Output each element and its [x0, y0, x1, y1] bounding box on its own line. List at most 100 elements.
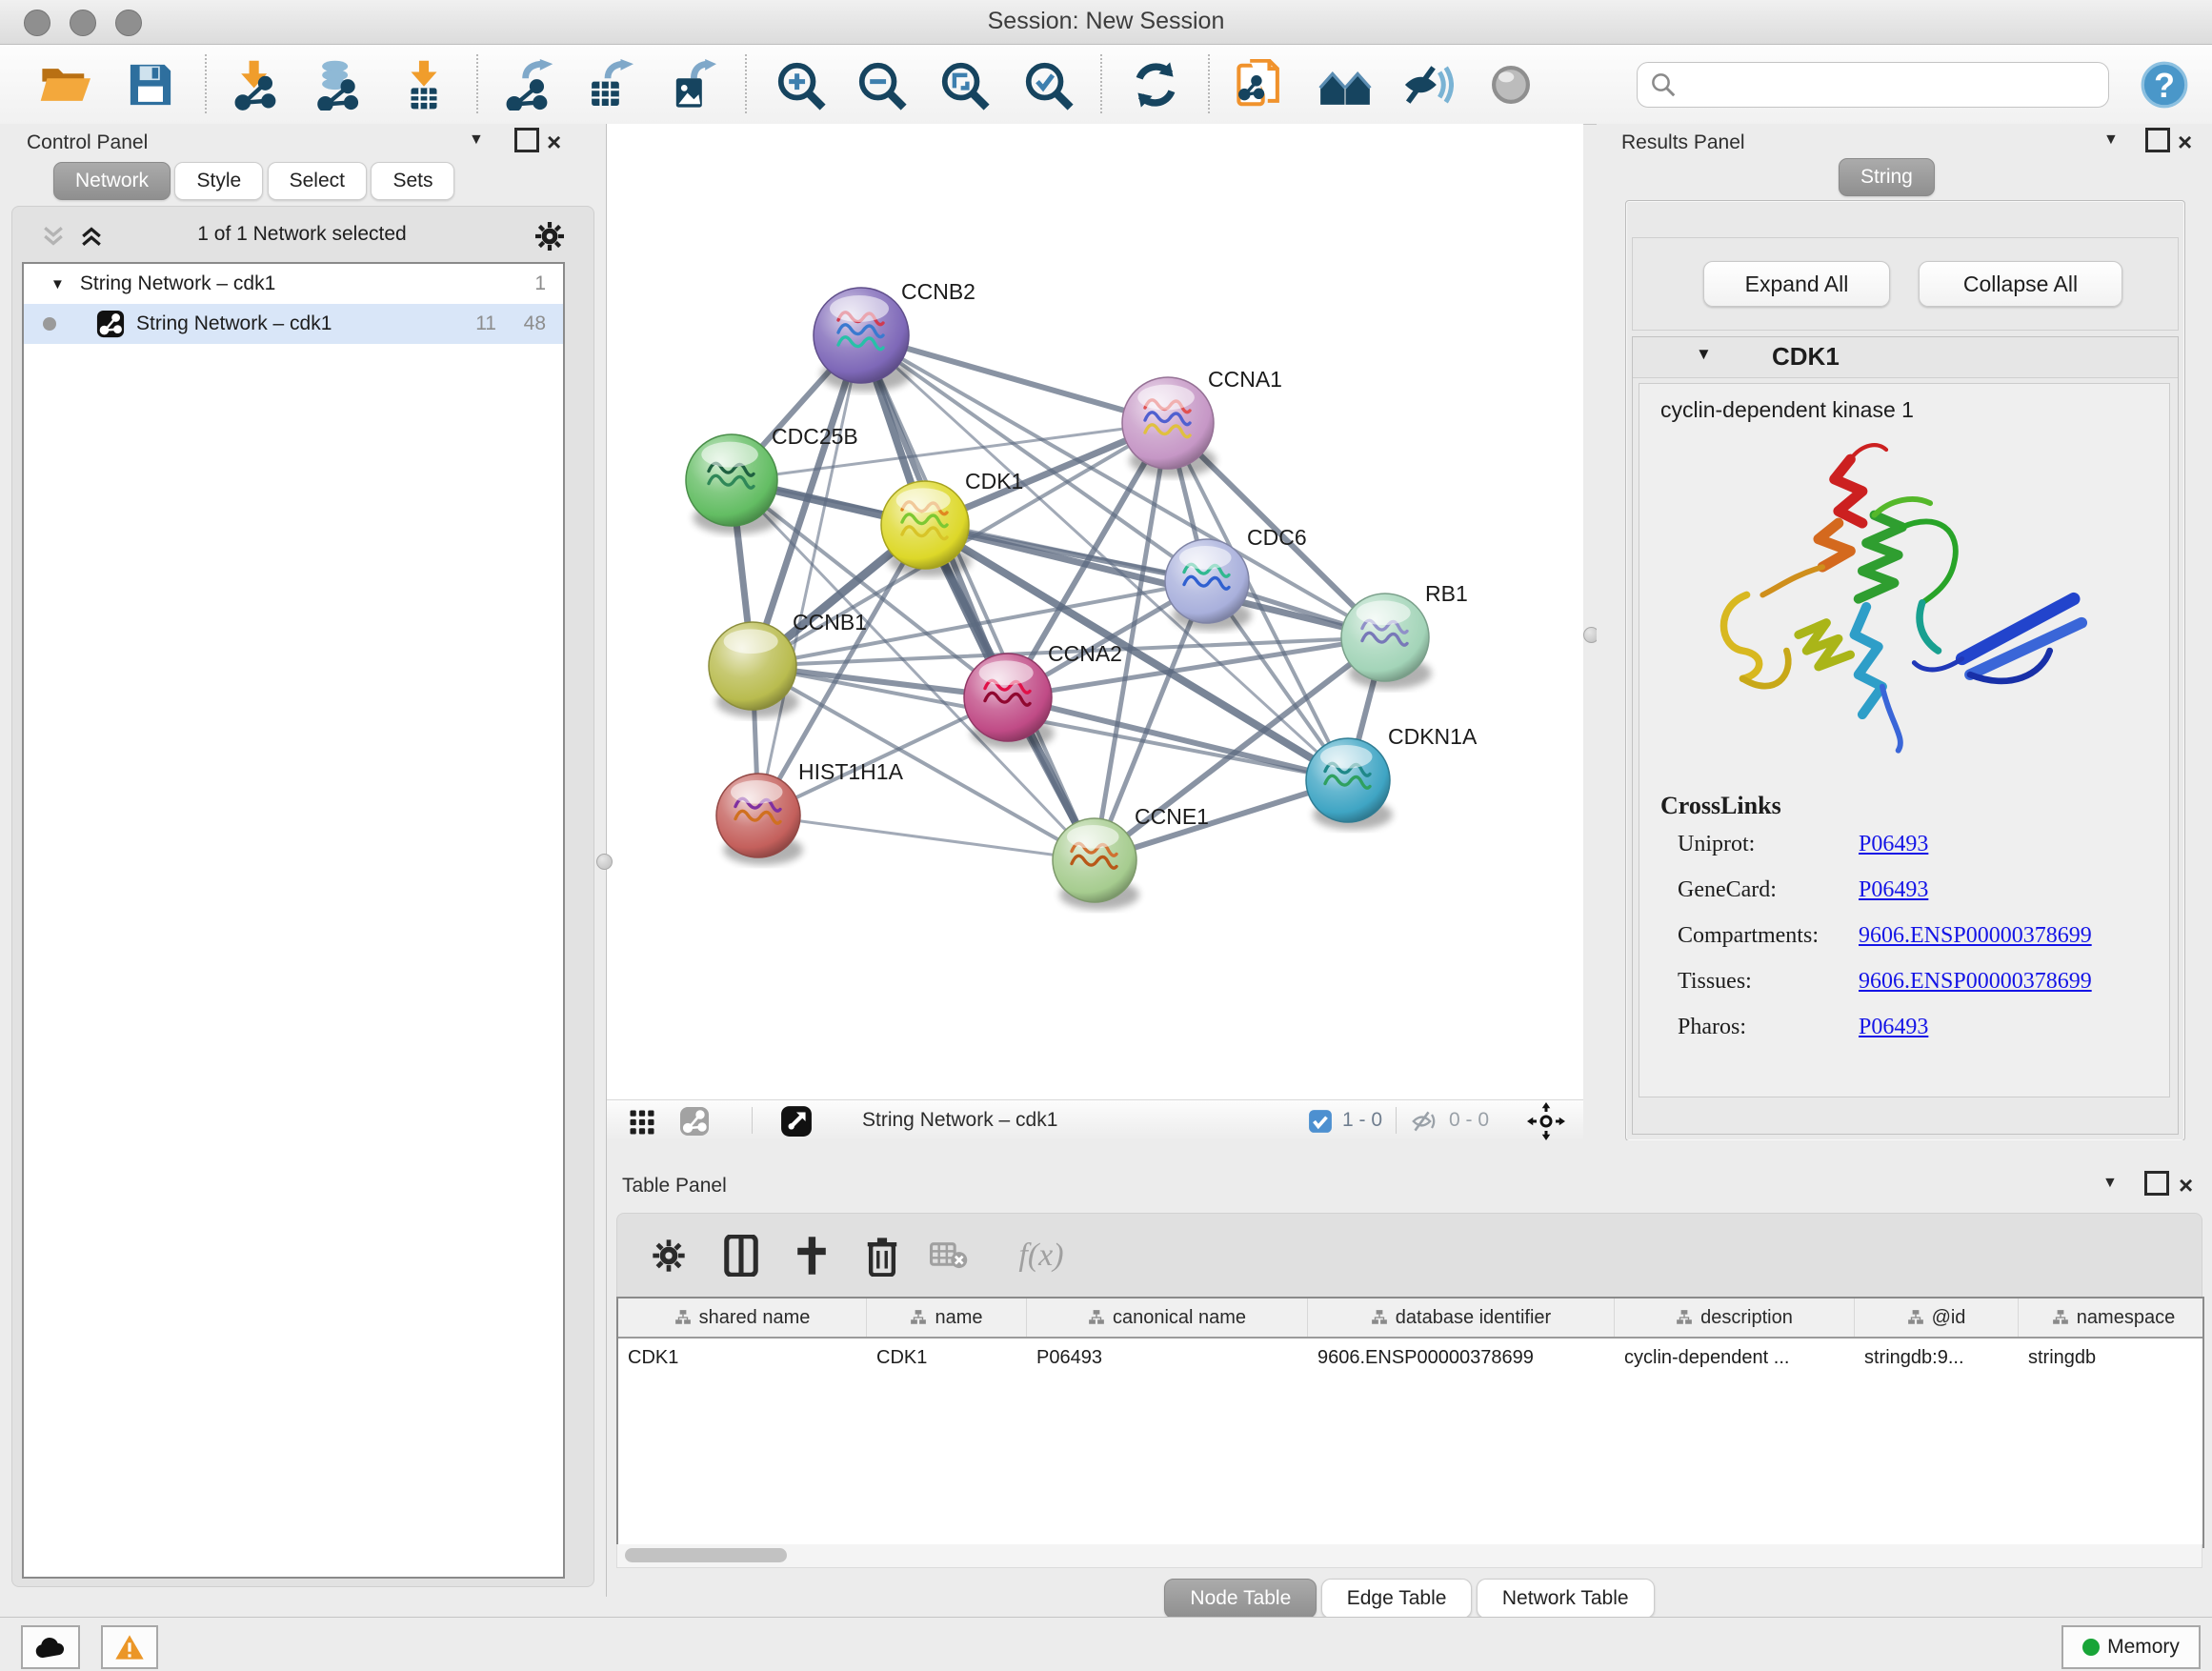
search-field[interactable] — [1637, 62, 2109, 108]
results-panel-close-button[interactable]: × — [2178, 128, 2192, 157]
crosslink-link[interactable]: 9606.ENSP00000378699 — [1859, 923, 2092, 949]
control-panel-close-button[interactable]: × — [547, 128, 561, 157]
table-panel-float-button[interactable] — [2144, 1171, 2169, 1196]
show-all-button[interactable] — [1484, 58, 1538, 111]
save-session-button[interactable] — [124, 58, 177, 111]
birds-eye-view-icon[interactable] — [780, 1105, 813, 1137]
grid-view-icon[interactable] — [628, 1108, 656, 1137]
network-node-hist1h1a[interactable]: HIST1H1A — [716, 759, 904, 865]
network-edge-count: 48 — [524, 312, 546, 335]
selected-checkbox-icon[interactable] — [1308, 1109, 1333, 1134]
table-cell[interactable]: CDK1 — [867, 1339, 1027, 1377]
table-cell[interactable]: CDK1 — [618, 1339, 867, 1377]
refresh-button[interactable] — [1129, 58, 1182, 111]
control-panel-menu-button[interactable]: ▼ — [469, 131, 484, 149]
search-input[interactable] — [1685, 66, 2108, 104]
export-network-button[interactable] — [502, 58, 555, 111]
delete-columns-button[interactable] — [857, 1231, 907, 1280]
column-header--id[interactable]: @id — [1855, 1299, 2019, 1337]
zoom-in-button[interactable] — [774, 58, 827, 111]
network-node-cdc25b[interactable]: CDC25B — [686, 424, 858, 534]
table-panel-menu-button[interactable]: ▼ — [2102, 1175, 2118, 1192]
memory-button[interactable]: Memory — [2061, 1625, 2201, 1669]
tab-style[interactable]: Style — [174, 162, 263, 200]
tab-node-table[interactable]: Node Table — [1164, 1579, 1317, 1619]
expand-all-button[interactable]: Expand All — [1703, 261, 1890, 307]
network-node-ccnb2[interactable]: CCNB2 — [814, 279, 975, 392]
table-horizontal-scrollbar[interactable] — [616, 1544, 2202, 1568]
left-splitter-handle[interactable] — [596, 854, 613, 870]
hide-selected-button[interactable] — [1400, 58, 1454, 111]
cloud-status-button[interactable] — [21, 1625, 80, 1669]
share-document-button[interactable] — [1235, 58, 1288, 111]
table-panel-close-button[interactable]: × — [2179, 1171, 2193, 1200]
column-header-shared-name[interactable]: shared name — [618, 1299, 867, 1337]
crosslink-link[interactable]: P06493 — [1859, 1015, 1928, 1040]
pan-crosshair-icon[interactable] — [1527, 1102, 1565, 1140]
column-header-canonical-name[interactable]: canonical name — [1027, 1299, 1308, 1337]
network-edge[interactable] — [758, 335, 861, 815]
crosslink-link[interactable]: P06493 — [1859, 877, 1928, 903]
tab-edge-table[interactable]: Edge Table — [1321, 1579, 1473, 1619]
table-cell[interactable]: stringdb:9... — [1855, 1339, 2019, 1377]
create-column-button[interactable] — [787, 1231, 836, 1280]
network-node-cdk1[interactable]: CDK1 — [881, 469, 1023, 576]
collapse-all-button[interactable]: Collapse All — [1919, 261, 2122, 307]
network-node-cdkn1a[interactable]: CDKN1A — [1306, 724, 1478, 830]
node-description: cyclin-dependent kinase 1 — [1660, 397, 1914, 423]
export-table-button[interactable] — [581, 58, 634, 111]
tab-select[interactable]: Select — [268, 162, 367, 200]
crosslink-row: Compartments:9606.ENSP00000378699 — [1660, 923, 2092, 949]
results-panel-float-button[interactable] — [2145, 128, 2170, 152]
export-image-button[interactable] — [664, 58, 717, 111]
tab-network-table[interactable]: Network Table — [1477, 1579, 1655, 1619]
warnings-button[interactable] — [101, 1625, 158, 1669]
table-row[interactable]: CDK1CDK1P064939606.ENSP00000378699cyclin… — [618, 1339, 2202, 1377]
network-row[interactable]: String Network – cdk1 11 48 — [24, 304, 563, 344]
table-cell[interactable]: P06493 — [1027, 1339, 1308, 1377]
help-button[interactable]: ? — [2138, 58, 2191, 111]
collection-expander-icon[interactable]: ▼ — [50, 276, 65, 292]
column-header-database-identifier[interactable]: database identifier — [1308, 1299, 1615, 1337]
node-section-header[interactable]: ▼ CDK1 — [1633, 337, 2178, 378]
network-node-rb1[interactable]: RB1 — [1341, 581, 1468, 689]
open-session-button[interactable] — [38, 58, 91, 111]
column-header-name[interactable]: name — [867, 1299, 1027, 1337]
table-cell[interactable]: 9606.ENSP00000378699 — [1308, 1339, 1615, 1377]
window-title: Session: New Session — [0, 8, 2212, 35]
export-network-icon — [503, 59, 554, 111]
tab-network[interactable]: Network — [53, 162, 171, 200]
control-panel-float-button[interactable] — [514, 128, 539, 152]
show-columns-button[interactable] — [716, 1231, 766, 1280]
network-node-ccna1[interactable]: CCNA1 — [1122, 367, 1282, 477]
crosslink-link[interactable]: 9606.ENSP00000378699 — [1859, 969, 2092, 995]
network-collection-row[interactable]: ▼ String Network – cdk1 1 — [24, 264, 563, 304]
network-graph[interactable]: CDK1CCNB1CCNB2CCNA1CCNA2CCNE1CDC6CDC25BR… — [607, 124, 1583, 1099]
table-cell[interactable]: stringdb — [2019, 1339, 2204, 1377]
zoom-out-button[interactable] — [855, 58, 908, 111]
network-panel-options-gear-icon[interactable] — [533, 219, 567, 253]
scrollbar-thumb[interactable] — [625, 1548, 787, 1562]
network-edge[interactable] — [758, 815, 1095, 860]
gear-icon — [650, 1237, 688, 1275]
zoom-selected-button[interactable] — [1021, 58, 1075, 111]
section-expander-icon[interactable]: ▼ — [1696, 345, 1712, 364]
network-canvas[interactable]: CDK1CCNB1CCNB2CCNA1CCNA2CCNE1CDC6CDC25BR… — [607, 124, 1583, 1099]
column-header-label: database identifier — [1396, 1307, 1551, 1329]
import-network-database-button[interactable] — [312, 58, 365, 111]
table-settings-button[interactable] — [644, 1231, 694, 1280]
crosslink-link[interactable]: P06493 — [1859, 832, 1928, 857]
string-view-icon[interactable] — [679, 1106, 710, 1137]
tab-sets[interactable]: Sets — [371, 162, 454, 200]
table-cell[interactable]: cyclin-dependent ... — [1615, 1339, 1855, 1377]
tab-string[interactable]: String — [1839, 158, 1935, 196]
home-button[interactable] — [1318, 58, 1372, 111]
column-header-description[interactable]: description — [1615, 1299, 1855, 1337]
zoom-fit-button[interactable] — [937, 58, 991, 111]
results-panel-menu-button[interactable]: ▼ — [2103, 131, 2119, 149]
import-network-file-button[interactable] — [231, 58, 284, 111]
column-header-namespace[interactable]: namespace — [2019, 1299, 2204, 1337]
import-table-file-button[interactable] — [397, 58, 451, 111]
node-label: CCNA2 — [1048, 641, 1122, 666]
network-name: String Network – cdk1 — [136, 312, 332, 335]
